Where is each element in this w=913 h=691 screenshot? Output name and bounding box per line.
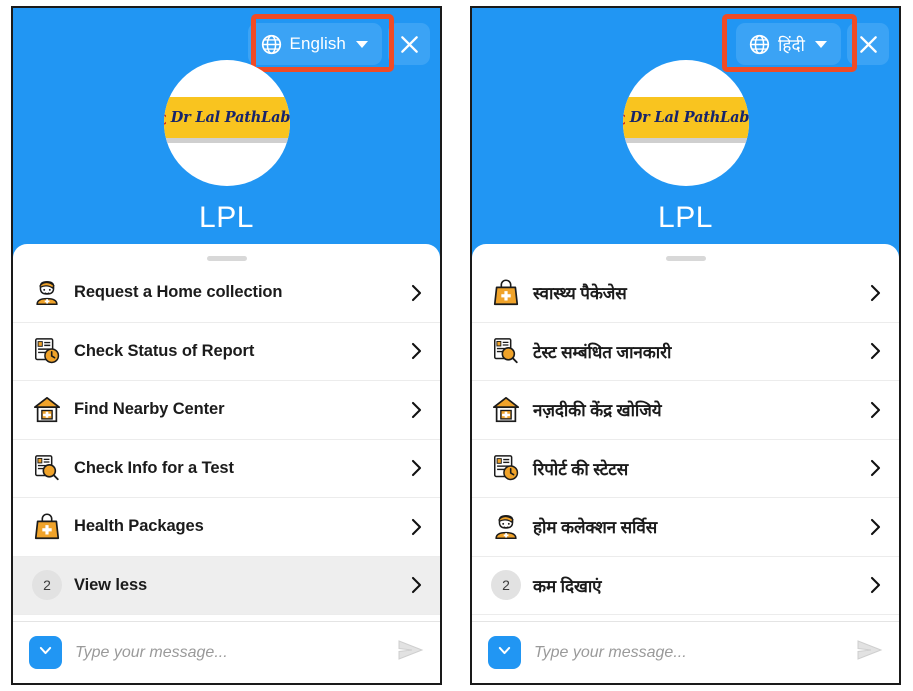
- send-button[interactable]: [855, 640, 885, 666]
- quick-menu-list: Request a Home collection Check Status o…: [13, 261, 440, 621]
- chevron-right-icon: [410, 283, 424, 303]
- menu-item-label: Check Info for a Test: [74, 458, 234, 477]
- chevron-right-icon: [869, 400, 883, 420]
- english-panel: English Dr Lal PathLabs LPL Request a Ho…: [11, 6, 442, 685]
- header-actions: हिंदी: [735, 23, 889, 65]
- logo-wordmark: Dr Lal PathLabs: [170, 109, 290, 126]
- document-magnifier-icon: [489, 334, 523, 368]
- dna-icon: [622, 105, 628, 130]
- menu-item-label: View less: [74, 575, 148, 594]
- menu-item-label: टेस्ट सम्बंधित जानकारी: [533, 342, 672, 362]
- brand-logo: Dr Lal PathLabs: [13, 60, 440, 186]
- logo-band: Dr Lal PathLabs: [622, 97, 749, 138]
- close-button[interactable]: [847, 23, 889, 65]
- quick-menu-list: स्वास्थ्य पैकेजेस टेस्ट सम्बंधित जानकारी…: [472, 261, 899, 621]
- menu-item-label: कम दिखाएं: [533, 576, 602, 596]
- menu-item-label: रिपोर्ट की स्टेटस: [533, 459, 629, 479]
- chevron-right-icon: [410, 517, 424, 537]
- dna-icon: [163, 105, 169, 130]
- clinic-house-icon: [30, 393, 64, 427]
- health-bag-icon: [30, 510, 64, 544]
- hindi-panel: हिंदी Dr Lal PathLabs LPL स्वास्थ्य पैके…: [470, 6, 901, 685]
- menu-item[interactable]: होम कलेक्शन सर्विस: [472, 498, 899, 557]
- chevron-right-icon: [410, 341, 424, 361]
- language-selector[interactable]: English: [247, 23, 382, 65]
- logo-wordmark: Dr Lal PathLabs: [629, 109, 749, 126]
- chat-header: हिंदी Dr Lal PathLabs LPL: [472, 8, 899, 244]
- menu-item-label: Find Nearby Center: [74, 400, 225, 419]
- globe-icon: [261, 34, 282, 55]
- toggle-quick-menu-button[interactable]: [29, 636, 62, 669]
- chevron-right-icon: [869, 575, 883, 595]
- send-button[interactable]: [396, 640, 426, 666]
- menu-item[interactable]: Check Status of Report: [13, 322, 440, 381]
- menu-item-label: नज़दीकी केंद्र खोजिये: [533, 401, 662, 421]
- chevron-right-icon: [410, 458, 424, 478]
- menu-item[interactable]: 2 View less: [13, 556, 440, 615]
- chevron-right-icon: [869, 341, 883, 361]
- item-count-badge: 2: [32, 570, 62, 601]
- home-collection-agent-icon: [30, 276, 64, 310]
- logo-circle: Dr Lal PathLabs: [622, 60, 749, 186]
- bot-title: LPL: [658, 201, 713, 234]
- menu-item-label: स्वास्थ्य पैकेजेस: [533, 284, 627, 304]
- message-input[interactable]: [534, 643, 842, 662]
- message-input[interactable]: [75, 643, 383, 662]
- toggle-quick-menu-button[interactable]: [488, 636, 521, 669]
- language-label: हिंदी: [777, 35, 805, 55]
- menu-item[interactable]: Find Nearby Center: [13, 381, 440, 440]
- health-bag-icon: [489, 276, 523, 310]
- menu-item[interactable]: Health Packages: [13, 498, 440, 557]
- close-button[interactable]: [388, 23, 430, 65]
- clinic-house-icon: [489, 393, 523, 427]
- menu-item[interactable]: 2 कम दिखाएं: [472, 556, 899, 615]
- logo-shadow: [622, 138, 749, 143]
- message-composer: [13, 621, 440, 683]
- chevron-right-icon: [869, 283, 883, 303]
- logo-band: Dr Lal PathLabs: [163, 97, 290, 138]
- chevron-right-icon: [410, 400, 424, 420]
- brand-logo: Dr Lal PathLabs: [472, 60, 899, 186]
- chevron-down-icon: [496, 642, 513, 664]
- chevron-down-icon: [815, 40, 827, 48]
- menu-item-label: होम कलेक्शन सर्विस: [533, 518, 658, 538]
- close-icon: [398, 33, 421, 56]
- quick-menu-sheet: Request a Home collection Check Status o…: [13, 244, 440, 683]
- report-clock-icon: [30, 334, 64, 368]
- menu-item[interactable]: Check Info for a Test: [13, 439, 440, 498]
- bot-title: LPL: [199, 201, 254, 234]
- home-collection-agent-icon: [489, 510, 523, 544]
- document-magnifier-icon: [30, 451, 64, 485]
- language-label: English: [289, 34, 346, 53]
- menu-item-label: Request a Home collection: [74, 283, 283, 302]
- chevron-right-icon: [869, 458, 883, 478]
- close-icon: [857, 33, 880, 56]
- item-count-badge: 2: [491, 570, 521, 601]
- chevron-right-icon: [410, 575, 424, 595]
- chevron-right-icon: [869, 517, 883, 537]
- menu-item-label: Health Packages: [74, 517, 204, 536]
- chevron-down-icon: [37, 642, 54, 664]
- send-icon: [856, 638, 884, 667]
- logo-circle: Dr Lal PathLabs: [163, 60, 290, 186]
- header-actions: English: [247, 23, 430, 65]
- menu-item[interactable]: टेस्ट सम्बंधित जानकारी: [472, 322, 899, 381]
- menu-item[interactable]: रिपोर्ट की स्टेटस: [472, 439, 899, 498]
- chevron-down-icon: [356, 40, 368, 48]
- quick-menu-sheet: स्वास्थ्य पैकेजेस टेस्ट सम्बंधित जानकारी…: [472, 244, 899, 683]
- report-clock-icon: [489, 451, 523, 485]
- menu-item[interactable]: स्वास्थ्य पैकेजेस: [472, 264, 899, 323]
- menu-item[interactable]: Request a Home collection: [13, 264, 440, 323]
- logo-shadow: [163, 138, 290, 143]
- language-selector[interactable]: हिंदी: [735, 23, 841, 65]
- menu-item-label: Check Status of Report: [74, 341, 255, 360]
- send-icon: [397, 638, 425, 667]
- screenshot-root: English Dr Lal PathLabs LPL Request a Ho…: [0, 0, 913, 691]
- message-composer: [472, 621, 899, 683]
- chat-header: English Dr Lal PathLabs LPL: [13, 8, 440, 244]
- menu-item[interactable]: नज़दीकी केंद्र खोजिये: [472, 381, 899, 440]
- globe-icon: [749, 34, 770, 55]
